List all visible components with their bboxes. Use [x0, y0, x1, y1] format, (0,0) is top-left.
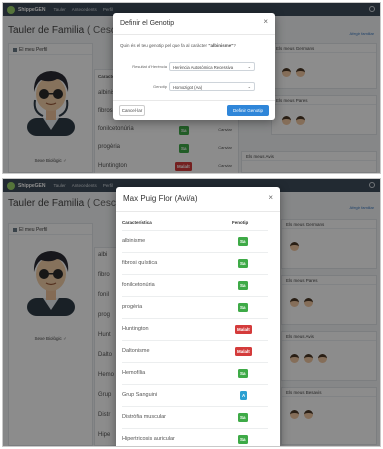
column-header-phenotype: Fenotip	[232, 220, 249, 225]
status-badge: Sa	[238, 413, 248, 422]
table-row: Hemofília Sa	[122, 362, 268, 384]
chevron-down-icon: ⌄	[247, 84, 251, 89]
inheritance-label: Resultat d'Herència	[132, 64, 167, 69]
close-icon[interactable]: ×	[263, 17, 268, 26]
bottom-screenshot: ShippeGEN Tauler Antecedents Perfil Taul…	[2, 178, 381, 447]
column-header-trait: Característica	[122, 220, 152, 225]
relative-detail-modal: Max Puig Flor (Avi/a) × Característica F…	[116, 187, 280, 446]
modal-title: Definir el Genotip	[120, 20, 175, 27]
top-screenshot: ShippeGEN Tauler Antecedents Perfil Taul…	[2, 2, 381, 174]
genotype-label: Genotip	[152, 84, 167, 89]
divider	[113, 100, 275, 101]
divider	[113, 34, 275, 35]
trait-name: Hipertricosis auricular	[122, 436, 175, 442]
table-row: albinisme Sa	[122, 230, 268, 252]
trait-name: Grup Sanguini	[122, 392, 158, 398]
divider	[116, 211, 280, 212]
status-badge: Sa	[238, 435, 248, 444]
table-row: fonilcetonúria Sa	[122, 274, 268, 296]
table-row: progèria Sa	[122, 296, 268, 318]
status-badge: Sa	[238, 237, 248, 246]
define-genotype-button[interactable]: Definir Genotip	[227, 105, 269, 116]
genotype-select[interactable]: Homozigot (Aa) ⌄	[169, 82, 255, 91]
table-row: Distròfia muscular Sa	[122, 406, 268, 428]
table-row: Grup Sanguini A	[122, 384, 268, 406]
status-badge: Malalt	[235, 325, 252, 334]
trait-name: Huntington	[122, 326, 149, 332]
status-badge: Malalt	[235, 347, 252, 356]
status-badge: A	[240, 391, 248, 400]
table-row: Hipertricosis auricular Sa	[122, 428, 268, 446]
status-badge: Sa	[238, 259, 248, 268]
define-genotype-modal: Definir el Genotip × Quin és el teu geno…	[113, 13, 275, 120]
trait-name: Daltonisme	[122, 348, 150, 354]
trait-name: albinisme	[122, 238, 146, 244]
inheritance-select[interactable]: Herència Autosòmica Recessiva ⌄	[169, 62, 255, 71]
chevron-down-icon: ⌄	[247, 64, 251, 69]
status-badge: Sa	[238, 303, 248, 312]
close-icon[interactable]: ×	[268, 193, 273, 202]
cancel-button[interactable]: Cancel·lar	[119, 105, 145, 116]
trait-name: Hemofília	[122, 370, 146, 376]
trait-name: fonilcetonúria	[122, 282, 155, 288]
trait-name: progèria	[122, 304, 143, 310]
status-badge: Sa	[238, 281, 248, 290]
modal-title: Max Puig Flor (Avi/a)	[123, 194, 198, 203]
trait-name: Distròfia muscular	[122, 414, 167, 420]
table-row: fibrosi quística Sa	[122, 252, 268, 274]
table-row: Daltonisme Malalt	[122, 340, 268, 362]
status-badge: Sa	[238, 369, 248, 378]
trait-name: fibrosi quística	[122, 260, 158, 266]
table-row: Huntington Malalt	[122, 318, 268, 340]
genotype-question: Quin és el teu genotip pel que fa al car…	[120, 43, 236, 48]
